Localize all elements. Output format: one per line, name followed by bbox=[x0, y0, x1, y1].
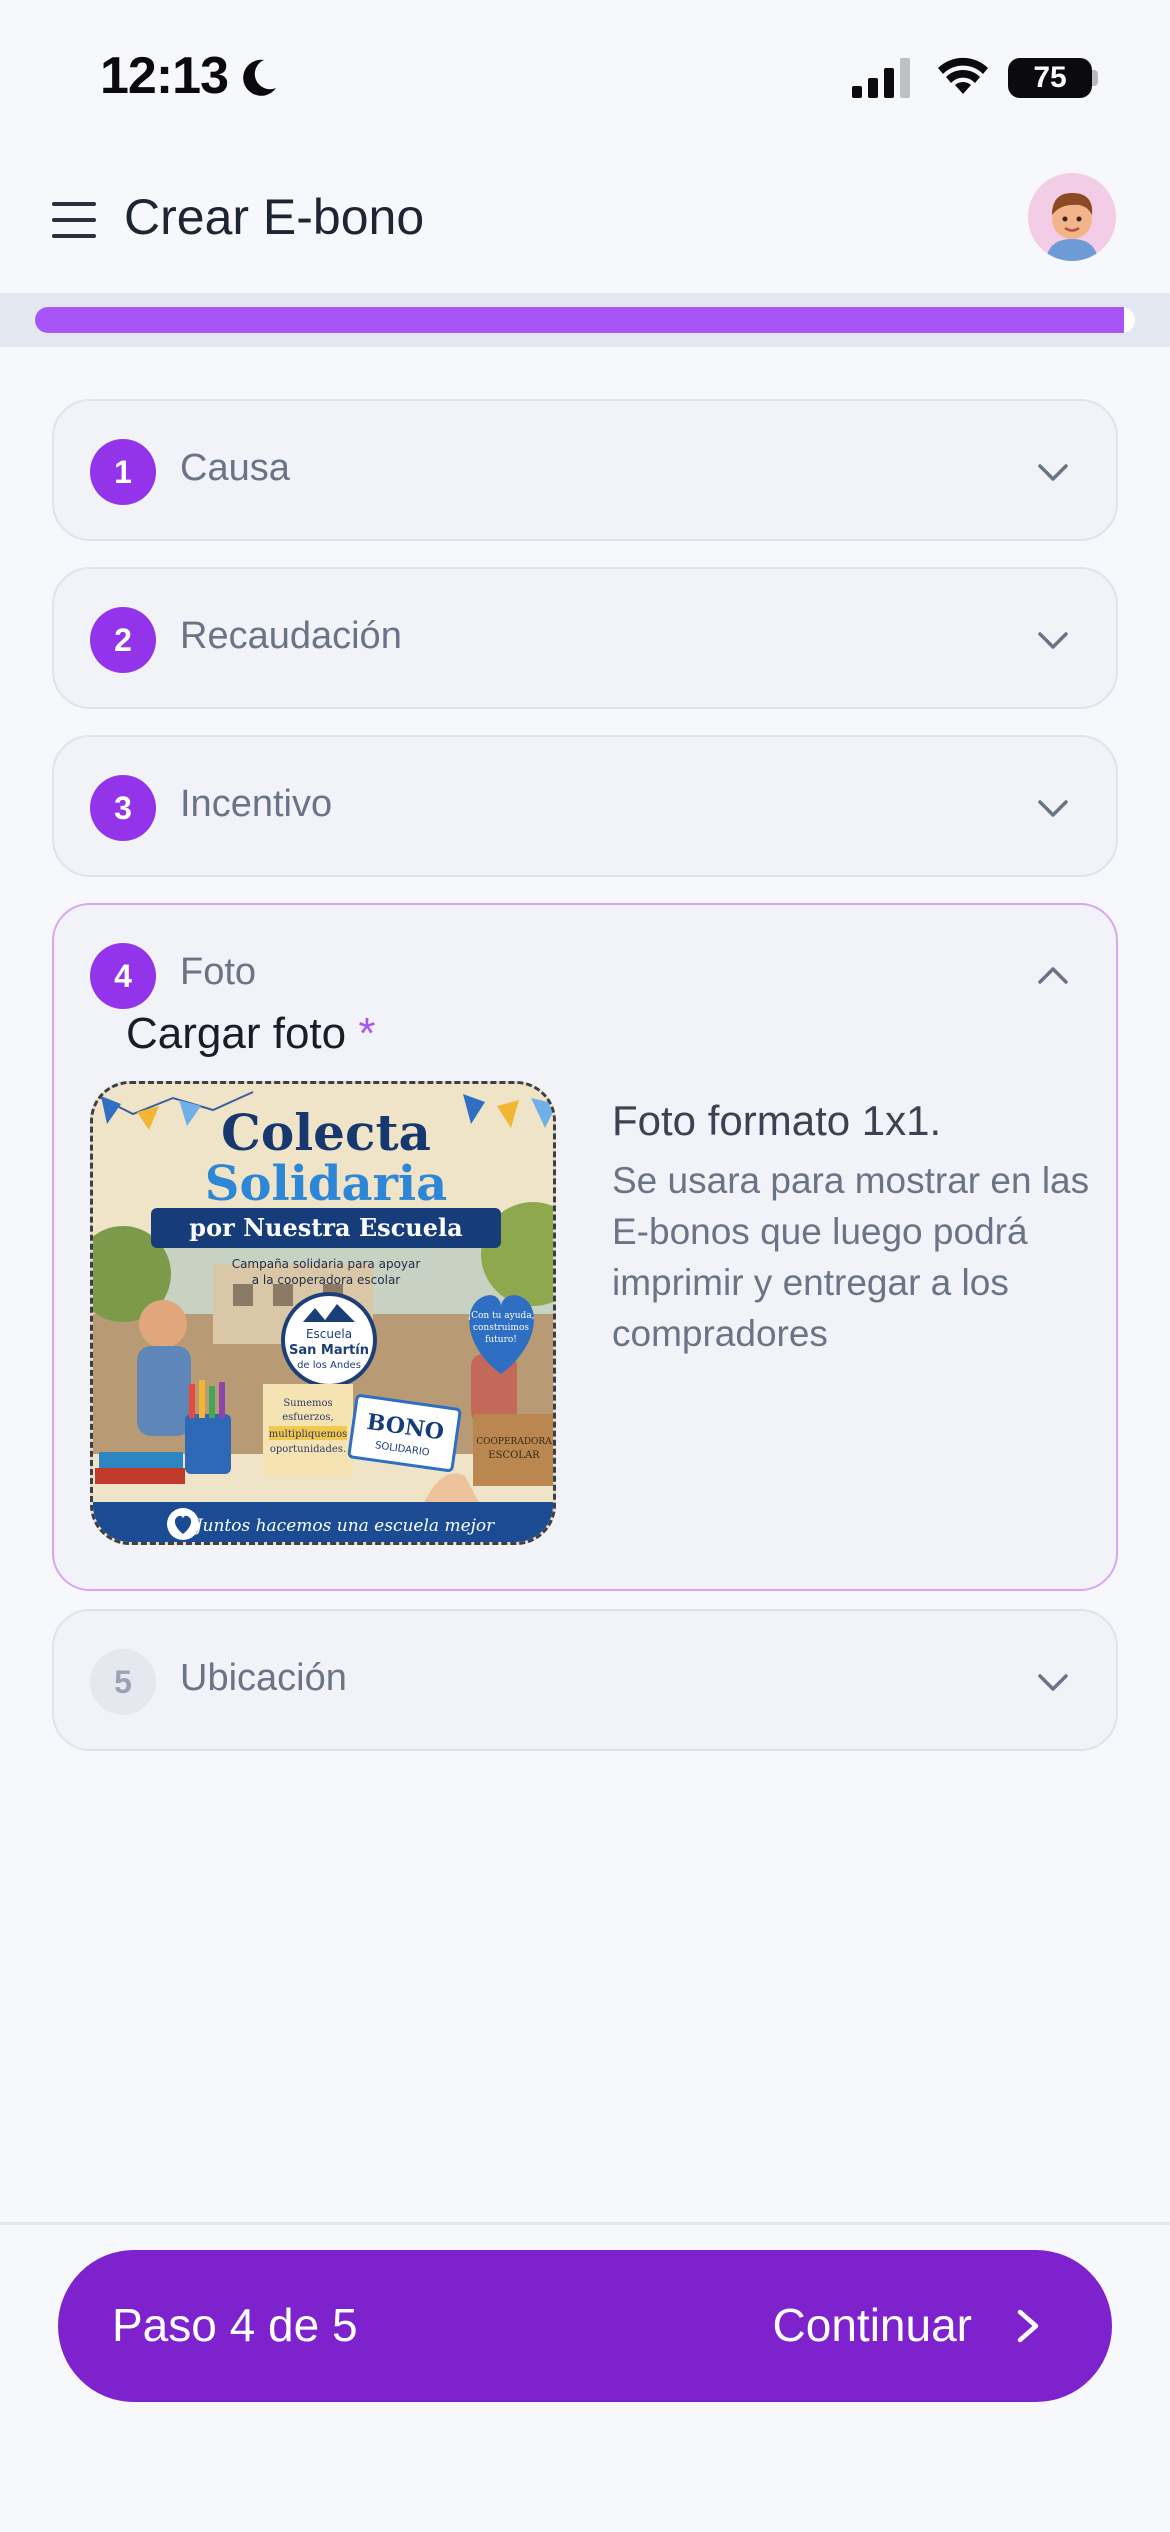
continue-label: Continuar bbox=[772, 2299, 972, 2351]
upload-photo-label: Cargar foto * bbox=[126, 1009, 375, 1059]
step-foto: 4 Foto Cargar foto * Colecta Solidaria p… bbox=[52, 903, 1118, 1591]
poster-subtitle-2: a la cooperadora escolar bbox=[252, 1273, 401, 1287]
poster-title-2: Solidaria bbox=[205, 1156, 447, 1212]
chevron-right-icon bbox=[1017, 2309, 1039, 2343]
status-time: 12:13 bbox=[100, 47, 229, 105]
step-label[interactable]: Foto bbox=[180, 951, 256, 994]
poster-footer: Juntos hacemos una escuela mejor bbox=[193, 1516, 495, 1536]
step-number: 5 bbox=[90, 1649, 156, 1715]
heart-line-2: construimos bbox=[473, 1323, 529, 1333]
poster-title-1: Colecta bbox=[221, 1103, 431, 1162]
avatar-illustration bbox=[1028, 173, 1116, 261]
heart-line-3: futuro! bbox=[485, 1335, 517, 1345]
step-number: 1 bbox=[90, 439, 156, 505]
poster-subtitle-1: Campaña solidaria para apoyar bbox=[232, 1257, 421, 1271]
box-line-1: COOPERADORA bbox=[476, 1437, 552, 1447]
photo-format-description: Se usara para mostrar en las E-bonos que… bbox=[612, 1160, 1090, 1354]
required-mark: * bbox=[358, 1009, 376, 1058]
step-ubicacion[interactable]: 5 Ubicación bbox=[52, 1609, 1118, 1751]
progress-track bbox=[35, 307, 1135, 333]
step-label: Incentivo bbox=[180, 783, 333, 825]
signal-icon bbox=[852, 58, 910, 98]
moon-icon bbox=[243, 59, 276, 96]
step-label: Causa bbox=[180, 447, 290, 489]
progress-bar bbox=[0, 293, 1170, 347]
chevron-down-icon[interactable] bbox=[1034, 789, 1072, 827]
battery-icon: 75 bbox=[1008, 58, 1092, 98]
step-causa[interactable]: 1 Causa bbox=[52, 399, 1118, 541]
chevron-down-icon[interactable] bbox=[1034, 621, 1072, 659]
upload-photo-text: Cargar foto bbox=[126, 1009, 347, 1058]
footer-divider bbox=[0, 2222, 1170, 2225]
step-label: Ubicación bbox=[180, 1657, 347, 1699]
heart-line-1: ¡Con tu ayuda, bbox=[467, 1311, 534, 1321]
note-line-1: Sumemos bbox=[283, 1398, 332, 1409]
wifi-icon bbox=[938, 57, 988, 94]
photo-format-heading: Foto formato 1x1. bbox=[612, 1097, 942, 1144]
poster-banner: por Nuestra Escuela bbox=[189, 1213, 462, 1242]
note-line-4: oportunidades. bbox=[270, 1444, 346, 1455]
step-number: 2 bbox=[90, 607, 156, 673]
note-line-2: esfuerzos, bbox=[282, 1412, 334, 1423]
progress-fill bbox=[35, 307, 1124, 333]
step-recaudacion[interactable]: 2 Recaudación bbox=[52, 567, 1118, 709]
step-number: 4 bbox=[90, 943, 156, 1009]
page-title: Crear E-bono bbox=[124, 189, 425, 245]
campaign-poster-image: Colecta Solidaria por Nuestra Escuela Ca… bbox=[93, 1084, 553, 1542]
box-line-2: ESCOLAR bbox=[488, 1450, 540, 1461]
photo-upload-preview[interactable]: Colecta Solidaria por Nuestra Escuela Ca… bbox=[90, 1081, 556, 1545]
continue-button[interactable]: Paso 4 de 5 Continuar bbox=[58, 2250, 1112, 2402]
badge-line-3: de los Andes bbox=[297, 1360, 361, 1371]
chevron-up-icon[interactable] bbox=[1034, 957, 1072, 995]
step-label: Recaudación bbox=[180, 615, 402, 657]
step-counter: Paso 4 de 5 bbox=[112, 2299, 358, 2351]
badge-line-2: San Martín bbox=[289, 1343, 369, 1358]
chevron-down-icon[interactable] bbox=[1034, 453, 1072, 491]
hamburger-menu-icon[interactable] bbox=[52, 200, 96, 240]
status-bar: 12:13 75 bbox=[0, 0, 1170, 150]
user-avatar[interactable] bbox=[1028, 173, 1116, 261]
battery-tip bbox=[1092, 70, 1098, 86]
chevron-down-icon[interactable] bbox=[1034, 1663, 1072, 1701]
app-header: Crear E-bono bbox=[0, 160, 1170, 290]
step-incentivo[interactable]: 3 Incentivo bbox=[52, 735, 1118, 877]
step-number: 3 bbox=[90, 775, 156, 841]
note-line-3: multipliquemos bbox=[269, 1429, 348, 1440]
badge-line-1: Escuela bbox=[306, 1327, 352, 1341]
